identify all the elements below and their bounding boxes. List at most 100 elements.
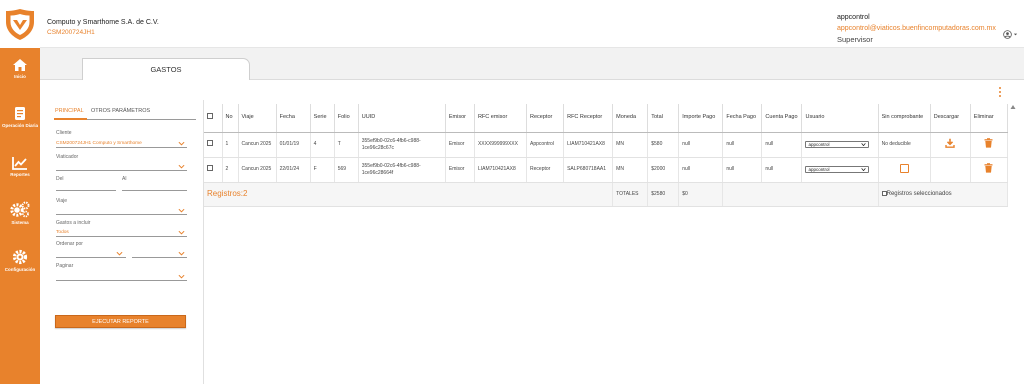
chart-icon	[12, 157, 27, 170]
expenses-table: No Viaje Fecha Serie Folio UUID Emisor R…	[204, 104, 1009, 207]
trash-icon[interactable]	[984, 138, 993, 148]
user-menu-button[interactable]	[1003, 30, 1018, 39]
user-circle-icon	[1003, 30, 1012, 39]
cell-cuenta-pago: null	[761, 157, 803, 183]
selected-records-label: Registros seleccionados	[886, 190, 952, 197]
more-options-icon[interactable]	[996, 87, 1004, 97]
sidebar-item-configuracion[interactable]: Configuración	[0, 249, 40, 273]
table-row[interactable]: 2 Cancun 2025 22/01/24 F 569 355ef9b0-02…	[204, 157, 1009, 183]
tab-otros-parametros[interactable]: OTROS PARÁMETROS	[91, 108, 150, 114]
select-all-checkbox[interactable]	[207, 113, 213, 120]
gears-icon	[10, 201, 30, 218]
sidebar-item-operacion-diaria[interactable]: Operación Diaria	[0, 106, 40, 129]
ordenar-por-select[interactable]: Ordenar por	[56, 241, 187, 259]
date-range: Del Al	[56, 176, 187, 192]
column-header[interactable]: Eliminar	[970, 104, 1009, 133]
chevron-down-icon	[178, 208, 185, 213]
usuario-select[interactable]: appcontrol	[805, 141, 870, 148]
usuario-value: appcontrol	[808, 167, 830, 172]
cell-rfc-emisor: LIAM710421AX8	[474, 157, 528, 183]
sidebar-item-inicio[interactable]: Inicio	[0, 58, 40, 80]
row-checkbox[interactable]	[207, 140, 213, 146]
paginar-select[interactable]: Paginar	[56, 263, 187, 281]
cell-fecha: 01/01/19	[276, 132, 311, 158]
gastos-incluir-select[interactable]: Gastos a incluir Todos	[56, 220, 187, 238]
totals-importe-pago: $0	[678, 182, 724, 207]
execute-report-button[interactable]: EJECUTAR REPORTE	[55, 315, 186, 328]
column-header[interactable]: Receptor	[526, 104, 565, 133]
row-checkbox[interactable]	[207, 165, 213, 171]
trash-icon[interactable]	[984, 163, 993, 173]
filters-panel: PRINCIPAL OTROS PARÁMETROS Cliente CSM20…	[40, 100, 204, 384]
download-icon[interactable]	[945, 138, 955, 148]
table-row[interactable]: 1 Cancun 2025 01/01/19 4 T 355ef9b0-02c6…	[204, 132, 1009, 158]
cell-cuenta-pago: null	[761, 132, 803, 158]
column-header[interactable]: Folio	[334, 104, 359, 133]
cell-rfc-receptor: LIAM710421AX8	[563, 132, 614, 158]
tab-strip: GASTOS	[40, 48, 1024, 80]
cell-no: 1	[222, 132, 239, 158]
sidebar-item-reportes[interactable]: Reportes	[0, 156, 40, 178]
column-header[interactable]: UUID	[358, 104, 446, 133]
usuario-select[interactable]: appcontrol	[805, 166, 870, 173]
totals-row: Registros:2 TOTALES $2580 $0 Registros s…	[204, 182, 1009, 207]
date-from-input[interactable]	[56, 190, 116, 191]
column-header[interactable]: Descargar	[930, 104, 971, 133]
cliente-value: CSM200724JH1 Computo y Smarthome	[56, 141, 142, 146]
sin-comprobante-checkbox[interactable]	[899, 163, 909, 173]
chevron-down-icon	[116, 251, 123, 256]
viaje-select[interactable]: Viaje	[56, 198, 187, 216]
cell-emisor: Emisor	[445, 132, 475, 158]
cell-folio: 569	[334, 157, 359, 183]
column-header[interactable]: Serie	[310, 104, 335, 133]
user-role: Supervisor	[837, 35, 873, 44]
sidebar-item-label: Reportes	[10, 172, 30, 177]
select-all-cell	[204, 104, 223, 133]
cliente-select[interactable]: Cliente CSM200724JH1 Computo y Smarthome	[56, 130, 187, 148]
company-name: Computo y Smarthome S.A. de C.V.	[47, 19, 159, 26]
cell-uuid: 355ef9b0-02c6-4fb6-c988-1ce96c28c67c	[358, 132, 446, 158]
column-header[interactable]: Emisor	[445, 104, 475, 133]
sidebar: Inicio Operación Diaria Reportes Sistema	[0, 48, 40, 384]
tab-principal[interactable]: PRINCIPAL	[55, 108, 84, 114]
viaticador-select[interactable]: Viaticador	[56, 154, 187, 172]
sidebar-item-label: Configuración	[4, 267, 36, 272]
cell-importe-pago: null	[678, 132, 724, 158]
cell-rfc-receptor: SALP680718AA1	[563, 157, 614, 183]
cell-emisor: Emisor	[445, 157, 475, 183]
cell-fecha-pago: null	[722, 157, 763, 183]
cell-folio: T	[334, 132, 359, 158]
active-tab-indicator	[54, 118, 87, 120]
cell-no: 2	[222, 157, 239, 183]
column-header[interactable]: Importe Pago	[678, 104, 724, 133]
column-header[interactable]: Cuenta Pago	[761, 104, 803, 133]
column-header[interactable]: Fecha	[276, 104, 311, 133]
column-header[interactable]: Fecha Pago	[722, 104, 763, 133]
column-header[interactable]: Usuario	[801, 104, 879, 133]
cell-importe-pago: null	[678, 157, 724, 183]
column-header[interactable]: Sin comprobante	[878, 104, 931, 133]
column-header[interactable]: RFC emisor	[474, 104, 528, 133]
tab-gastos[interactable]: GASTOS	[82, 58, 250, 80]
column-header[interactable]: Viaje	[238, 104, 277, 133]
cell-receptor: Appcontrol	[526, 132, 565, 158]
paginar-label: Paginar	[56, 263, 74, 269]
column-header[interactable]: RFC Receptor	[563, 104, 614, 133]
company-info: Computo y Smarthome S.A. de C.V. CSM2007…	[47, 19, 159, 36]
user-name: appcontrol	[837, 14, 870, 21]
sidebar-item-sistema[interactable]: Sistema	[0, 201, 40, 226]
shield-logo-icon	[6, 9, 34, 40]
column-header[interactable]: Total	[647, 104, 680, 133]
cell-rfc-emisor: XXXX999999XXX	[474, 132, 528, 158]
column-header[interactable]: Moneda	[612, 104, 649, 133]
viaticador-label: Viaticador	[56, 154, 79, 160]
date-to-input[interactable]	[122, 190, 187, 191]
scroll-up-icon[interactable]	[1010, 104, 1016, 110]
al-label: Al	[122, 176, 127, 182]
cell-uuid: 355ef9b0-02c6-4fb6-c988-1ce96c28664f	[358, 157, 446, 183]
ordenar-label: Ordenar por	[56, 241, 83, 247]
column-header[interactable]: No	[222, 104, 239, 133]
cell-fecha: 22/01/24	[276, 157, 311, 183]
cell-total: $580	[647, 132, 680, 158]
company-logo[interactable]	[0, 0, 40, 48]
